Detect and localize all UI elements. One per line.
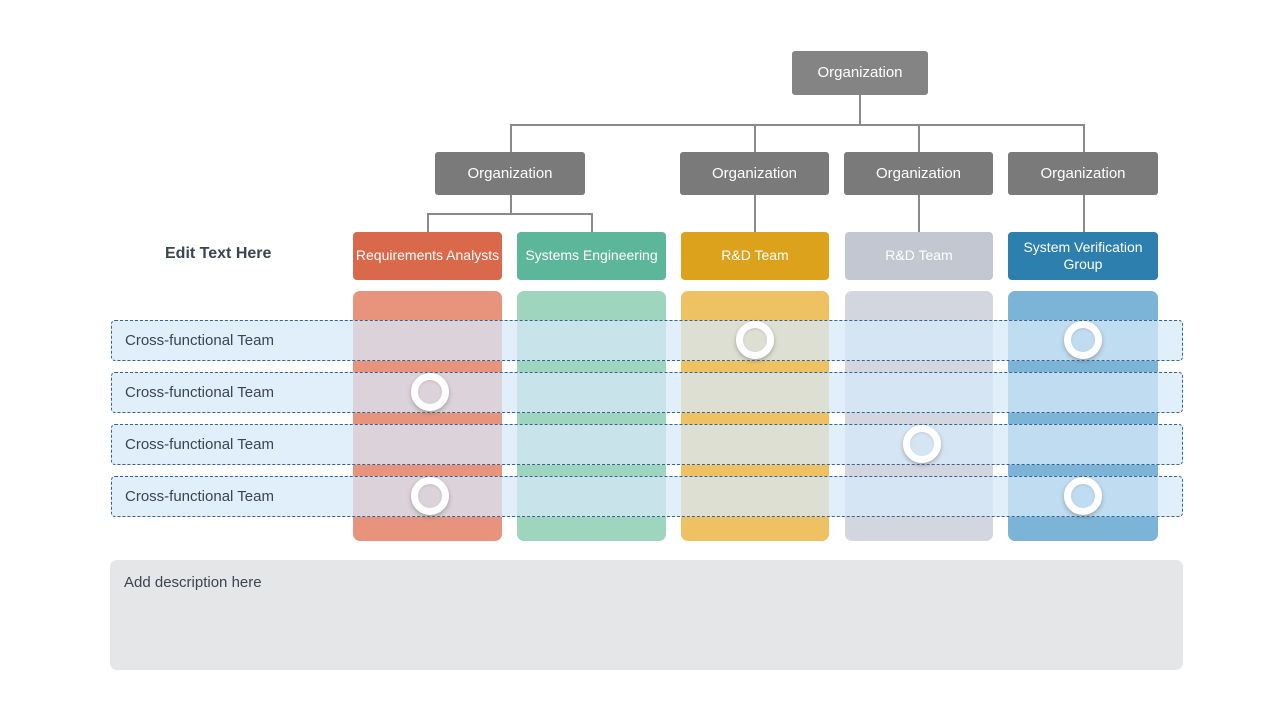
side-label-text: Edit Text Here bbox=[165, 245, 272, 262]
cross-functional-row-3-label: Cross-functional Team bbox=[125, 436, 274, 453]
connector-org2-drop-rd1 bbox=[754, 195, 756, 232]
org-box-level2-2-label: Organization bbox=[711, 164, 798, 182]
team-box-rd-team-1-label: R&D Team bbox=[721, 247, 789, 264]
node-circle-row4-col5[interactable] bbox=[1064, 477, 1102, 515]
node-circle-row4-col1[interactable] bbox=[411, 477, 449, 515]
cross-functional-row-4-label: Cross-functional Team bbox=[125, 488, 274, 505]
org-box-level2-3[interactable]: Organization bbox=[844, 152, 993, 195]
org-box-level2-1[interactable]: Organization bbox=[435, 152, 585, 195]
cross-functional-row-2[interactable]: Cross-functional Team bbox=[111, 372, 1183, 413]
team-box-rd-team-2[interactable]: R&D Team bbox=[845, 232, 993, 280]
side-label-edit-text[interactable]: Edit Text Here bbox=[165, 245, 271, 263]
team-box-system-verification-group[interactable]: System Verification Group bbox=[1008, 232, 1158, 280]
org-box-level2-1-label: Organization bbox=[467, 164, 553, 182]
connector-drop-org3 bbox=[918, 124, 920, 152]
connector-drop-org2 bbox=[754, 124, 756, 152]
node-circle-row2-col1[interactable] bbox=[411, 373, 449, 411]
team-box-requirements-analysts[interactable]: Requirements Analysts bbox=[353, 232, 502, 280]
connector-org4-drop-verification bbox=[1083, 195, 1085, 232]
description-placeholder-text: Add description here bbox=[124, 574, 262, 591]
org-box-level2-2[interactable]: Organization bbox=[680, 152, 829, 195]
cross-functional-row-3[interactable]: Cross-functional Team bbox=[111, 424, 1183, 465]
org-box-level2-4[interactable]: Organization bbox=[1008, 152, 1158, 195]
description-placeholder-label: Add description here bbox=[124, 574, 262, 591]
description-panel[interactable] bbox=[110, 560, 1183, 670]
org-box-level2-4-label: Organization bbox=[1040, 164, 1126, 182]
connector-root-stem bbox=[859, 95, 861, 124]
team-box-rd-team-1[interactable]: R&D Team bbox=[681, 232, 829, 280]
connector-org1-drop-requirements bbox=[427, 213, 429, 232]
connector-drop-org4 bbox=[1083, 124, 1085, 152]
cross-functional-row-1-label: Cross-functional Team bbox=[125, 332, 274, 349]
org-matrix-diagram: Organization Organization Organization O… bbox=[0, 0, 1280, 720]
connector-drop-org1 bbox=[510, 124, 512, 152]
cross-functional-row-4[interactable]: Cross-functional Team bbox=[111, 476, 1183, 517]
team-box-systems-engineering[interactable]: Systems Engineering bbox=[517, 232, 666, 280]
node-circle-row1-col3[interactable] bbox=[736, 321, 774, 359]
cross-functional-row-1[interactable]: Cross-functional Team bbox=[111, 320, 1183, 361]
org-box-root[interactable]: Organization bbox=[792, 51, 928, 95]
connector-level2-bus bbox=[510, 124, 1084, 126]
cross-functional-row-2-label: Cross-functional Team bbox=[125, 384, 274, 401]
connector-org1-stem bbox=[510, 195, 512, 213]
team-box-systems-engineering-label: Systems Engineering bbox=[525, 247, 658, 264]
connector-org1-bus bbox=[427, 213, 593, 215]
team-box-rd-team-2-label: R&D Team bbox=[885, 247, 953, 264]
connector-org3-drop-rd2 bbox=[918, 195, 920, 232]
node-circle-row1-col5[interactable] bbox=[1064, 321, 1102, 359]
node-circle-row3-col4[interactable] bbox=[903, 425, 941, 463]
org-box-root-label: Organization bbox=[817, 64, 903, 81]
team-box-requirements-analysts-label: Requirements Analysts bbox=[355, 247, 500, 264]
connector-org1-drop-systems bbox=[591, 213, 593, 232]
team-box-system-verification-group-label: System Verification Group bbox=[1023, 238, 1143, 273]
org-box-level2-3-label: Organization bbox=[875, 164, 962, 182]
